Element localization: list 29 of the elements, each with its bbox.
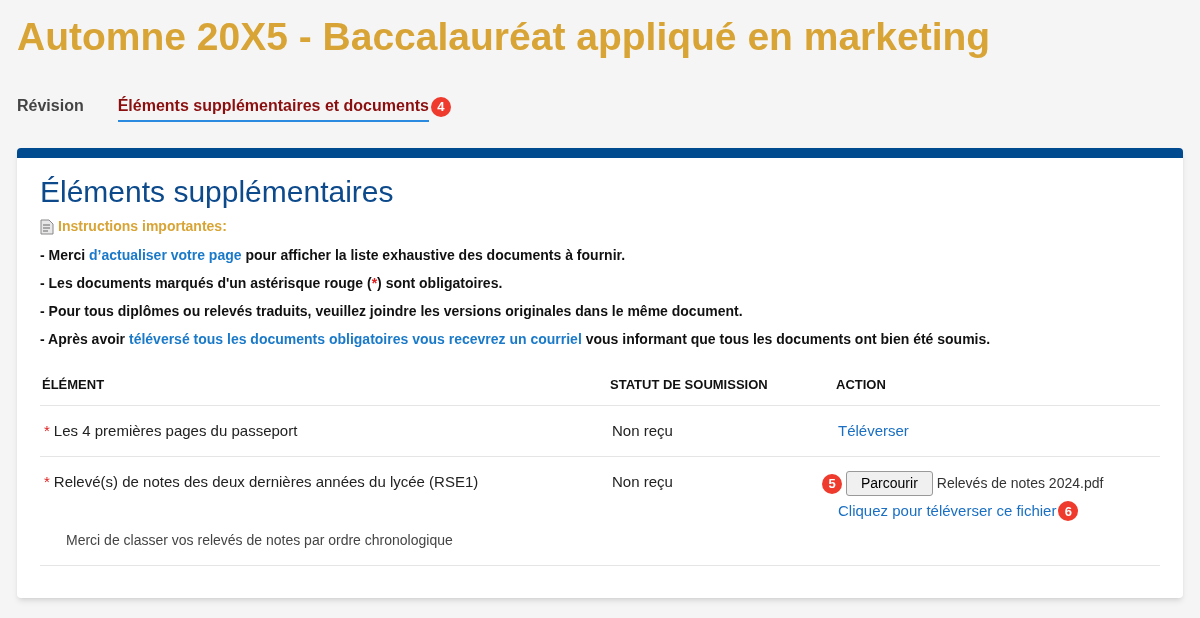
instructions-title: Instructions importantes: <box>58 217 227 236</box>
page-title: Automne 20X5 - Baccalauréat appliqué en marketing <box>17 14 992 60</box>
instruction-text: - Pour tous diplômes ou relevés traduits, veuillez joindre les versions originales dans le même document. <box>40 302 744 321</box>
file-name: Relevés de notes 2024.pdf <box>936 474 1104 493</box>
step-marker: 6 <box>1058 501 1079 522</box>
element-note: Merci de classer vos relevés de notes par ordre chronologique <box>66 530 454 550</box>
required-asterisk: * <box>44 420 50 441</box>
inline-link[interactable]: téléversé tous les documents obligatoires vous recevrez un courriel <box>128 331 582 347</box>
upload-link[interactable]: Téléverser <box>838 421 909 439</box>
element-name: Les 4 premières pages du passeport <box>53 420 298 441</box>
column-header: STATUT DE SOUMISSION <box>610 376 769 394</box>
column-header: ÉLÉMENT <box>42 376 106 394</box>
inline-link[interactable]: d’actualiser votre page <box>89 247 242 263</box>
browse-button[interactable]: Parcourir <box>846 471 933 496</box>
status-text: Non reçu <box>612 421 673 439</box>
instruction-text: - Merci d’actualiser votre page pour afficher la liste exhaustive des documents à fournir. <box>40 246 627 265</box>
column-header: ACTION <box>836 376 887 394</box>
step-marker: 4 <box>430 97 451 117</box>
tab[interactable]: Éléments supplémentaires et documents <box>117 92 429 122</box>
upload-file-link[interactable]: Cliquez pour téléverser ce fichier <box>838 500 1057 523</box>
tab[interactable]: Révision <box>17 92 84 122</box>
element-name: Relevé(s) de notes des deux dernières années du lycée (RSE1) <box>53 472 479 492</box>
section-heading: Éléments supplémentaires <box>40 174 395 210</box>
status-text: Non reçu <box>612 473 673 490</box>
required-asterisk: * <box>44 472 50 492</box>
document-icon <box>40 218 54 235</box>
step-marker: 5 <box>822 473 842 494</box>
instruction-text: - Les documents marqués d'un astérisque rouge (*) sont obligatoires. <box>40 274 504 293</box>
instruction-text: - Après avoir téléversé tous les documents obligatoires vous recevrez un courriel vous informant que tous les documents ont bien été soumis. <box>40 330 992 349</box>
